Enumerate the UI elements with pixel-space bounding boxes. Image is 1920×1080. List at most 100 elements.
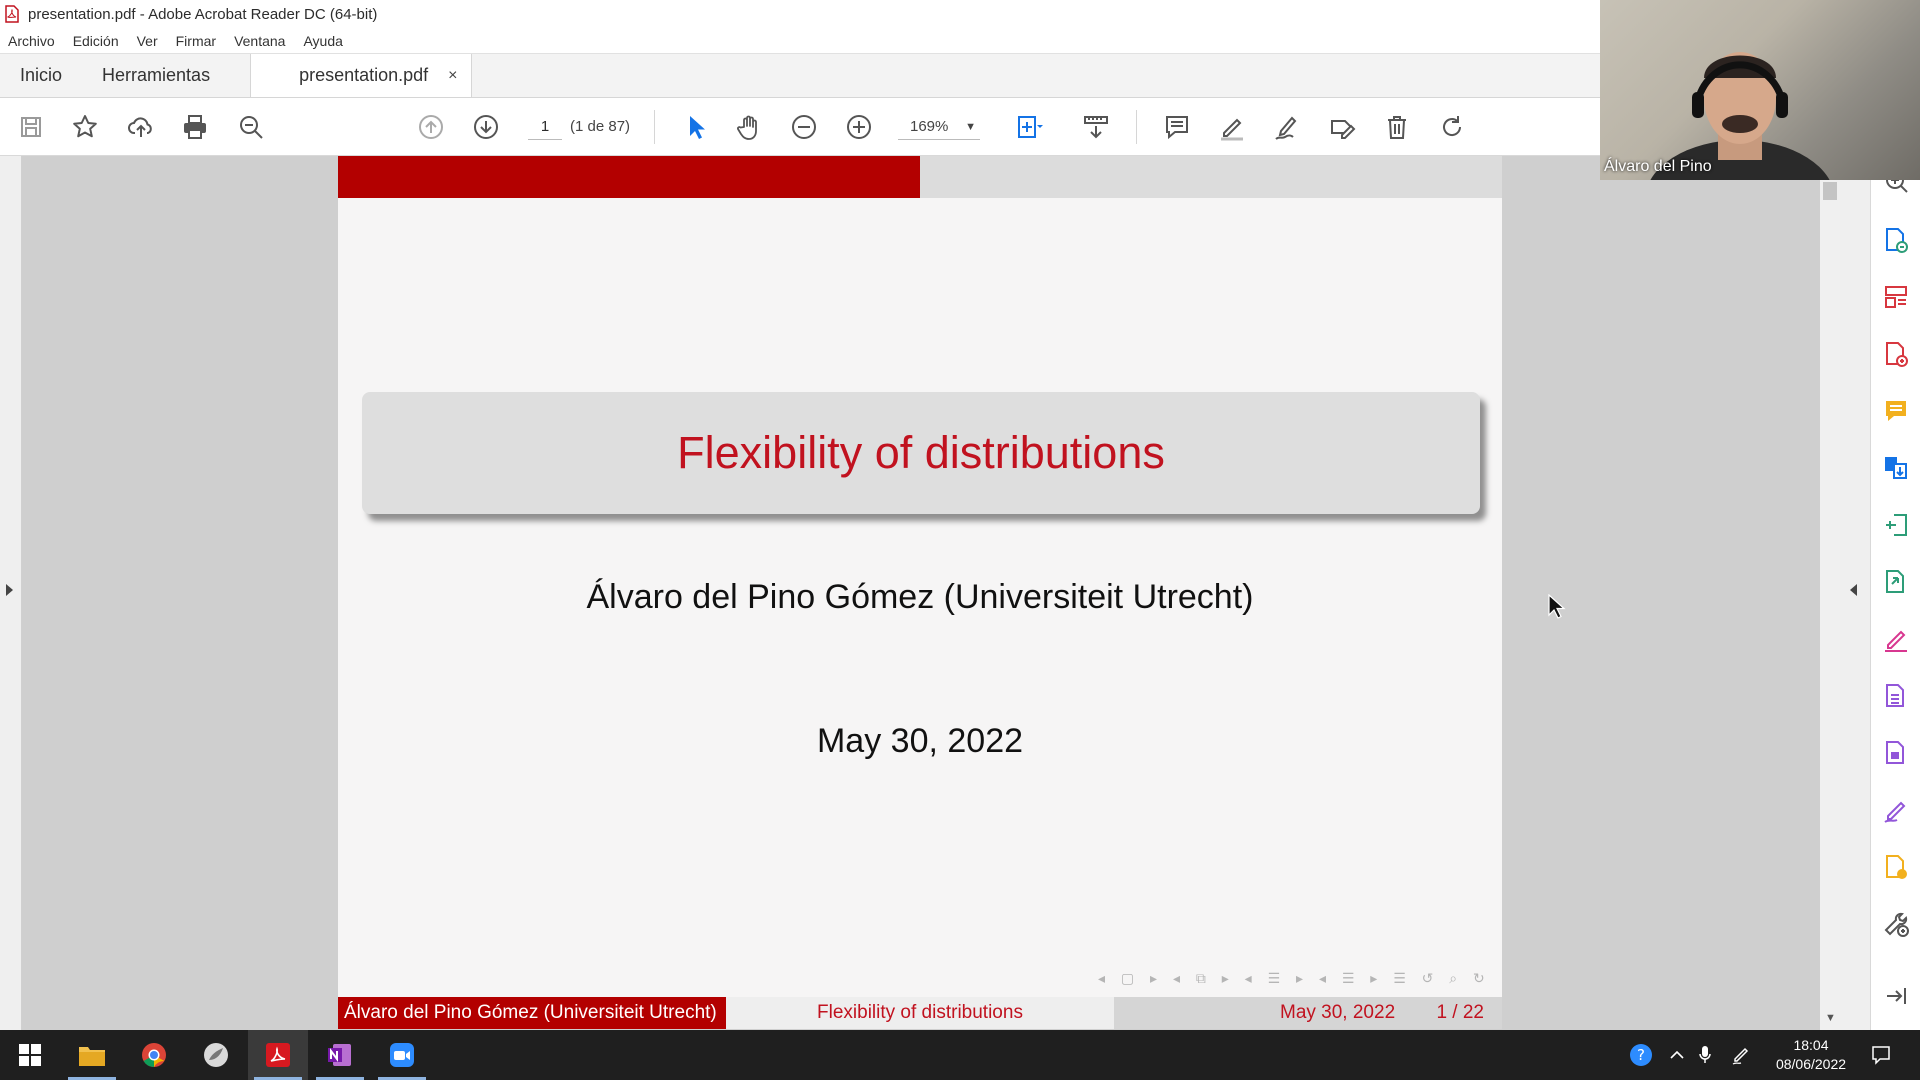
comment-tool-icon[interactable]: [1882, 397, 1910, 425]
window-title: presentation.pdf - Adobe Acrobat Reader …: [28, 5, 378, 23]
menu-ver[interactable]: Ver: [137, 33, 158, 49]
close-tab-icon[interactable]: ×: [448, 67, 457, 85]
print-icon[interactable]: [178, 110, 212, 144]
toolbar-separator: [654, 110, 655, 144]
main-toolbar: 1 (1 de 87) 169% ▼: [0, 98, 1600, 156]
page-down-icon[interactable]: [469, 110, 503, 144]
menu-edicion[interactable]: Edición: [73, 33, 119, 49]
tab-bar: Inicio Herramientas presentation.pdf ×: [0, 54, 1600, 98]
acrobat-pdf-icon: [4, 5, 20, 23]
scrollbar-thumb[interactable]: [1823, 182, 1837, 200]
participant-name: Álvaro del Pino: [1604, 158, 1712, 175]
beamer-navigation-symbols[interactable]: ◂ ▢ ▸ ◂ ⧉ ▸ ◂ ☰ ▸ ◂ ☰ ▸ ☰ ↺ ⌕ ↻: [1098, 970, 1491, 987]
right-pane-toggle[interactable]: [1840, 156, 1870, 1030]
system-clock[interactable]: 18:04 08/06/2022: [1766, 1036, 1856, 1074]
menu-ayuda[interactable]: Ayuda: [303, 33, 342, 49]
vertical-scrollbar[interactable]: ▼: [1820, 156, 1840, 1030]
left-navigation-pane[interactable]: [0, 156, 22, 1030]
send-icon[interactable]: [1882, 568, 1910, 596]
slide-header-band: [338, 156, 920, 198]
hand-tool-icon[interactable]: [733, 110, 767, 144]
collapse-pane-icon[interactable]: [1882, 982, 1910, 1010]
zoom-search-icon[interactable]: [234, 110, 268, 144]
footer-page: 1 / 22: [1436, 1002, 1484, 1023]
footer-author: Álvaro del Pino Gómez (Universiteit Utre…: [338, 997, 726, 1029]
clock-time: 18:04: [1793, 1037, 1829, 1053]
tools-pane: [1870, 156, 1920, 1030]
acrobat-reader-icon[interactable]: [248, 1030, 308, 1080]
tab-inicio[interactable]: Inicio: [0, 54, 82, 97]
footer-date: May 30, 2022: [1280, 1002, 1396, 1023]
create-pdf-icon[interactable]: [1882, 340, 1910, 368]
draw-icon[interactable]: [1270, 110, 1304, 144]
combine-files-icon[interactable]: [1882, 454, 1910, 482]
window-titlebar: presentation.pdf - Adobe Acrobat Reader …: [0, 0, 1600, 28]
zoom-level-value: 169%: [910, 118, 949, 135]
scan-icon[interactable]: [1882, 682, 1910, 710]
fit-page-icon[interactable]: [1012, 110, 1046, 144]
participant-video-feed: [1650, 52, 1830, 180]
protect-icon[interactable]: [1882, 739, 1910, 767]
file-explorer-icon[interactable]: [62, 1030, 122, 1080]
upload-icon[interactable]: [124, 110, 158, 144]
fill-sign-icon[interactable]: [1325, 110, 1359, 144]
slide-footer: Álvaro del Pino Gómez (Universiteit Utre…: [338, 997, 1502, 1029]
menu-firmar[interactable]: Firmar: [176, 33, 216, 49]
windows-start-icon[interactable]: [0, 1030, 60, 1080]
footer-date-page: May 30, 2022 1 / 22: [1114, 997, 1502, 1029]
collapse-right-pane-icon[interactable]: [1850, 584, 1857, 596]
menu-archivo[interactable]: Archivo: [8, 33, 55, 49]
comment-icon[interactable]: [1160, 110, 1194, 144]
edit-pdf-icon[interactable]: [1882, 511, 1910, 539]
request-signature-icon[interactable]: [1882, 796, 1910, 824]
toolbar-separator: [1136, 110, 1137, 144]
organize-pages-icon[interactable]: [1882, 283, 1910, 311]
footer-title: Flexibility of distributions: [726, 997, 1114, 1029]
bookmark-star-icon[interactable]: [68, 110, 102, 144]
windows-taskbar: ? 18:04 08/06/2022: [0, 1030, 1920, 1080]
svg-text:?: ?: [1637, 1046, 1645, 1064]
save-icon[interactable]: [14, 110, 48, 144]
more-tools-icon[interactable]: [1882, 910, 1910, 938]
page-count-label: (1 de 87): [570, 118, 631, 135]
app-icon[interactable]: [186, 1030, 246, 1080]
delete-icon[interactable]: [1380, 110, 1414, 144]
highlight-pen-icon[interactable]: [1215, 110, 1249, 144]
slide-title: Flexibility of distributions: [677, 427, 1165, 478]
expand-left-pane-icon[interactable]: [6, 584, 13, 596]
webcam-video: Álvaro del Pino: [1600, 0, 1920, 180]
pen-icon[interactable]: [1728, 1042, 1754, 1068]
tab-herramientas[interactable]: Herramientas: [82, 54, 230, 97]
zoom-level-select[interactable]: 169% ▼: [898, 114, 980, 140]
slide-author: Álvaro del Pino Gómez (Universiteit Utre…: [586, 578, 1254, 616]
export-pdf-icon[interactable]: [1882, 226, 1910, 254]
zoom-in-icon[interactable]: [842, 110, 876, 144]
notifications-icon[interactable]: [1868, 1042, 1894, 1068]
microphone-icon[interactable]: [1692, 1042, 1718, 1068]
fill-and-sign-icon[interactable]: [1882, 625, 1910, 653]
slide-title-box: Flexibility of distributions: [362, 392, 1480, 514]
tab-document-label: presentation.pdf: [299, 65, 429, 85]
menu-bar: Archivo Edición Ver Firmar Ventana Ayuda: [0, 28, 1600, 54]
help-icon[interactable]: ?: [1628, 1042, 1654, 1068]
chevron-down-icon: ▼: [965, 121, 976, 133]
select-cursor-icon[interactable]: [678, 110, 712, 144]
page-up-icon[interactable]: [414, 110, 448, 144]
scroll-down-icon[interactable]: ▼: [1825, 1012, 1836, 1024]
pdf-page: Flexibility of distributions Álvaro del …: [338, 156, 1502, 1029]
zoom-meetings-icon[interactable]: [372, 1030, 432, 1080]
slide-header-band-right: [920, 156, 1502, 198]
page-number-input[interactable]: 1: [528, 114, 562, 140]
onenote-icon[interactable]: [310, 1030, 370, 1080]
zoom-out-icon[interactable]: [787, 110, 821, 144]
chrome-icon[interactable]: [124, 1030, 184, 1080]
chevron-up-icon[interactable]: [1664, 1042, 1690, 1068]
menu-ventana[interactable]: Ventana: [234, 33, 285, 49]
share-icon[interactable]: [1882, 853, 1910, 881]
rotate-icon[interactable]: [1435, 110, 1469, 144]
tab-document[interactable]: presentation.pdf ×: [250, 54, 473, 97]
scroll-mode-icon[interactable]: [1079, 110, 1113, 144]
clock-date: 08/06/2022: [1775, 1056, 1847, 1072]
slide-date: May 30, 2022: [816, 722, 1024, 760]
mouse-cursor-icon: [1548, 593, 1568, 625]
